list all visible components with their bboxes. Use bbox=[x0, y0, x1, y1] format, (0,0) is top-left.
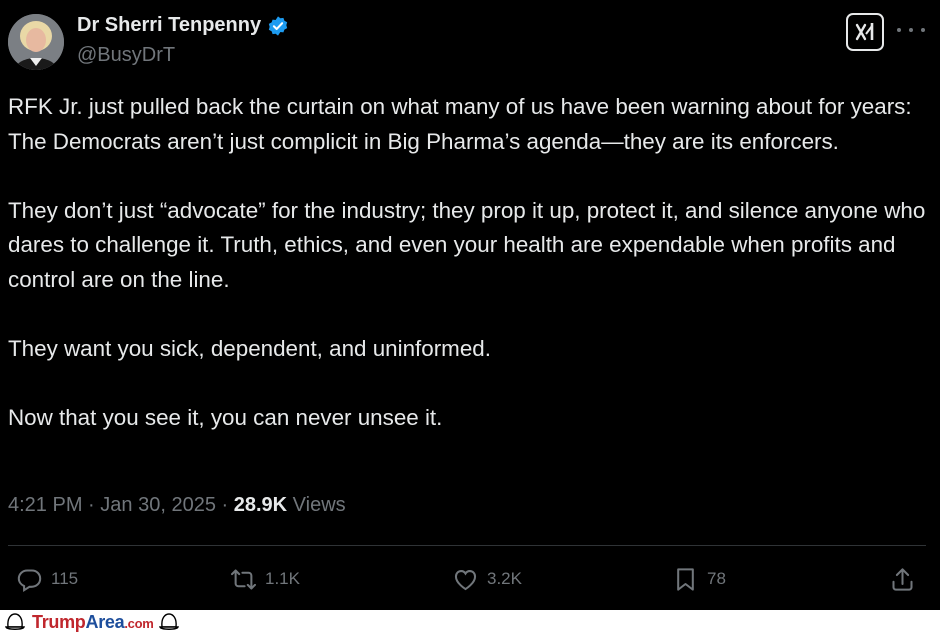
like-count: 3.2K bbox=[487, 569, 522, 588]
divider bbox=[8, 545, 926, 546]
verified-badge-icon bbox=[268, 15, 288, 36]
reply-button[interactable]: 115 bbox=[16, 564, 78, 594]
bookmark-count: 78 bbox=[707, 569, 726, 588]
tweet-text: RFK Jr. just pulled back the curtain on … bbox=[8, 90, 933, 470]
repost-count: 1.1K bbox=[265, 569, 300, 588]
grok-button[interactable] bbox=[846, 13, 884, 51]
tweet-paragraph: They don’t just “advocate” for the indus… bbox=[8, 197, 926, 292]
more-icon[interactable] bbox=[897, 22, 925, 38]
bookmark-button[interactable]: 78 bbox=[672, 564, 726, 594]
display-name[interactable]: Dr Sherri Tenpenny bbox=[77, 14, 261, 37]
tweet-paragraph: They want you sick, dependent, and uninf… bbox=[8, 335, 491, 361]
handle[interactable]: @BusyDrT bbox=[77, 44, 175, 67]
grok-icon bbox=[855, 23, 874, 41]
tweet-time[interactable]: 4:21 PM bbox=[8, 494, 82, 516]
tweet-card: Dr Sherri Tenpenny @BusyDrT RFK Jr. just… bbox=[0, 0, 940, 610]
watermark-logo: TrumpArea.com bbox=[32, 611, 154, 632]
meta-separator: · bbox=[221, 494, 229, 516]
repost-icon bbox=[231, 568, 256, 590]
watermark-bar: TrumpArea.com bbox=[0, 610, 940, 634]
views-count: 28.9K bbox=[233, 494, 288, 516]
tweet-paragraph: RFK Jr. just pulled back the curtain on … bbox=[8, 94, 912, 154]
tweet-paragraph: Now that you see it, you can never unsee… bbox=[8, 404, 443, 430]
reply-icon bbox=[17, 568, 42, 592]
meta-separator: · bbox=[88, 494, 95, 516]
share-icon bbox=[892, 567, 913, 591]
share-button[interactable] bbox=[889, 564, 916, 594]
hat-icon bbox=[5, 613, 25, 630]
like-button[interactable]: 3.2K bbox=[452, 564, 522, 594]
tweet-meta: 4:21 PM · Jan 30, 2025 · 28.9K Views bbox=[8, 494, 346, 517]
hat-icon bbox=[158, 613, 179, 630]
bookmark-icon bbox=[677, 567, 694, 591]
heart-icon bbox=[454, 569, 477, 590]
repost-button[interactable]: 1.1K bbox=[230, 564, 300, 594]
tweet-date[interactable]: Jan 30, 2025 bbox=[100, 494, 216, 516]
views-label: Views bbox=[292, 494, 346, 516]
reply-count: 115 bbox=[51, 569, 79, 588]
avatar[interactable] bbox=[8, 14, 64, 70]
